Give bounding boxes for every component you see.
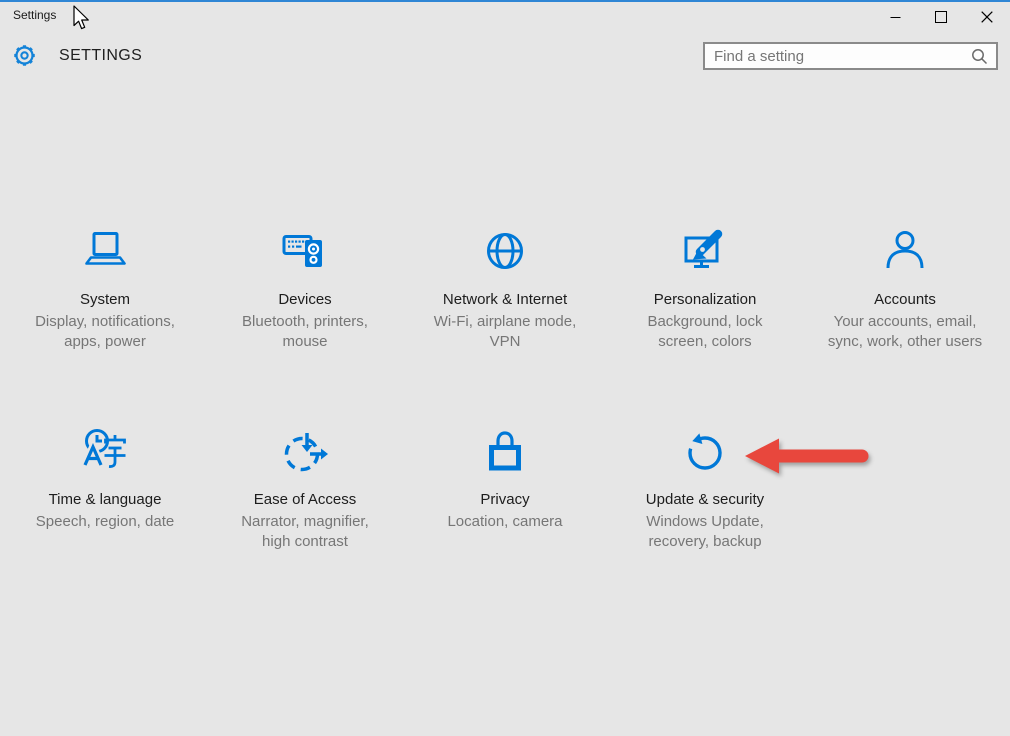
globe-icon [481, 227, 529, 275]
window-controls [872, 2, 1010, 32]
tile-title: Privacy [480, 491, 530, 508]
settings-window: Settings SETTINGS Find a setting System … [0, 0, 1010, 736]
tile-accounts[interactable]: Accounts Your accounts, email, sync, wor… [805, 215, 1005, 415]
tile-title: Time & language [48, 491, 162, 508]
tile-system[interactable]: System Display, notifications, apps, pow… [5, 215, 205, 415]
tile-title: Ease of Access [253, 491, 357, 508]
page-title: SETTINGS [59, 47, 143, 64]
tile-title: Update & security [645, 491, 765, 508]
search-input[interactable] [705, 47, 971, 65]
dashed-clock-arrows-icon [281, 427, 329, 475]
tile-ease-of-access[interactable]: Ease of Access Narrator, magnifier, high… [205, 415, 405, 615]
tile-title: System [79, 291, 130, 308]
tile-description: Bluetooth, printers, mouse [242, 313, 368, 350]
keyboard-speaker-icon [281, 227, 329, 275]
monitor-pen-icon [681, 227, 729, 275]
tile-privacy[interactable]: Privacy Location, camera [405, 415, 605, 615]
search-box[interactable] [703, 42, 998, 70]
tile-personalization[interactable]: Personalization Background, lock screen,… [605, 215, 805, 415]
laptop-icon [81, 227, 129, 275]
person-icon [881, 227, 929, 275]
tile-devices[interactable]: Devices Bluetooth, printers, mouse [205, 215, 405, 415]
tile-title: Network & Internet [442, 291, 568, 308]
tile-title: Accounts [874, 291, 936, 308]
tile-title: Personalization [653, 291, 757, 308]
tile-description: Background, lock screen, colors [647, 313, 763, 350]
tile-description: Speech, region, date [35, 513, 175, 530]
mouse-cursor [73, 5, 90, 31]
tile-description: Narrator, magnifier, high contrast [241, 513, 369, 550]
clock-language-icon [81, 427, 129, 475]
title-bar[interactable]: Settings [0, 2, 1010, 32]
refresh-icon [681, 427, 729, 475]
tile-title: Devices [278, 291, 332, 308]
tile-description: Your accounts, email, sync, work, other … [827, 313, 983, 350]
annotation-arrow [733, 431, 878, 481]
tile-description: Windows Update, recovery, backup [646, 513, 764, 550]
minimize-icon [890, 16, 900, 18]
close-icon [981, 11, 993, 23]
settings-gear-icon [11, 42, 38, 69]
tile-time-language[interactable]: Time & language Speech, region, date [5, 415, 205, 615]
maximize-button[interactable] [918, 2, 964, 32]
tile-description: Location, camera [447, 513, 563, 530]
maximize-icon [935, 11, 947, 23]
tile-description: Display, notifications, apps, power [35, 313, 175, 350]
search-icon[interactable] [971, 48, 996, 65]
lock-icon [481, 427, 529, 475]
tile-network[interactable]: Network & Internet Wi-Fi, airplane mode,… [405, 215, 605, 415]
tile-description: Wi-Fi, airplane mode, VPN [433, 313, 577, 350]
minimize-button[interactable] [872, 2, 918, 32]
settings-tile-grid: System Display, notifications, apps, pow… [5, 215, 1005, 615]
close-button[interactable] [964, 2, 1010, 32]
window-title: Settings [13, 8, 57, 22]
